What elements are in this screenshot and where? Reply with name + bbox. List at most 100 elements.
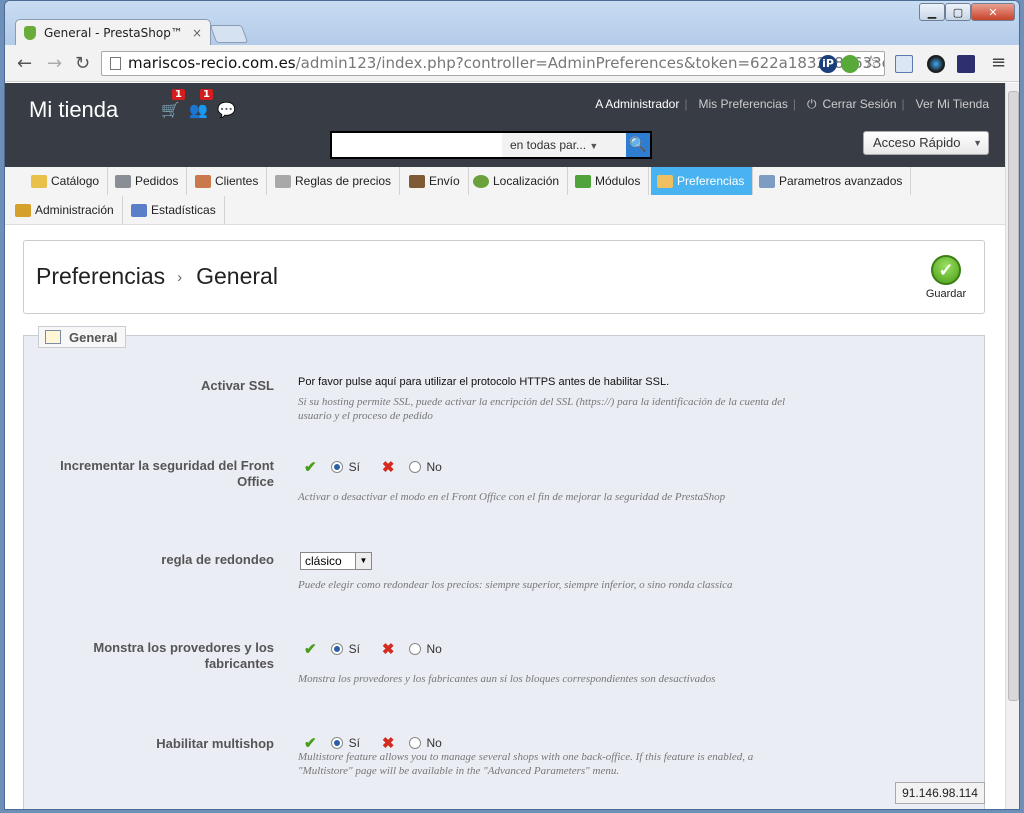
search-icon: 🔍 [629,137,647,153]
tab-close-icon[interactable]: × [192,26,202,40]
ip-address-indicator: 91.146.98.114 [895,782,985,804]
cart-icon[interactable]: 🛒 1 [161,89,185,119]
orders-badge: 1 [172,89,185,100]
customers-icon[interactable]: 👥 1 [189,89,213,119]
menu-item-label: Envío [429,174,460,188]
my-preferences-link[interactable]: Mis Preferencias [698,97,787,111]
suppliers-yes-radio[interactable] [330,643,343,655]
color-picker-icon[interactable] [927,55,945,73]
power-icon[interactable]: ⏻ [807,97,817,111]
save-label: Guardar [925,288,967,300]
menu-item-preferences[interactable]: Preferencias [651,167,754,195]
chevron-right-icon: › [177,269,183,287]
menu-item-label: Estadísticas [151,203,216,217]
radio-label-no: No [426,642,442,656]
preferences-icon [657,174,673,188]
suppliers-radio-group: ✔ Sí ✖ No [304,640,442,658]
scrollbar-thumb[interactable] [1008,91,1019,701]
page-content: Preferencias › General ✓ Guardar General A… [5,225,1005,809]
radio-label-yes: Sí [348,642,360,656]
security-radio-group: ✔ Sí ✖ No [304,458,442,476]
menu-item-label: Módulos [595,174,641,188]
menu-item-label: Preferencias [677,174,745,188]
menu-item-localization[interactable]: Localización [467,167,569,195]
shop-name[interactable]: Mi tienda [29,97,118,123]
forward-icon[interactable]: → [47,53,62,74]
menu-item-advanced-parameters[interactable]: Parametros avanzados [753,167,912,195]
address-bar[interactable]: mariscos-recio.com.es/admin123/index.php… [101,51,885,76]
search-button[interactable]: 🔍 [626,133,650,157]
menu-item-label: Parametros avanzados [779,174,903,188]
reload-icon[interactable]: ↻ [75,53,90,74]
globe-icon [473,174,489,188]
prestashop-favicon-icon [24,26,36,40]
view-shop-link[interactable]: Ver Mi Tienda [916,97,989,111]
folder-icon [31,174,47,188]
bookmark-star-icon[interactable]: ☆ [863,52,879,73]
menu-item-customers[interactable]: Clientes [189,167,268,195]
breadcrumb-current: General [196,263,278,289]
browser-tab[interactable]: General - PrestaShop™ × [15,19,211,46]
globe-extension-icon[interactable] [841,55,859,73]
quick-access-select[interactable]: Acceso Rápido ▼ [863,131,989,155]
maximize-button[interactable]: ▢ [945,3,971,21]
menu-icon[interactable]: ≡ [991,52,1006,73]
field-help: Activar o desactivar el modo en el Front… [298,491,726,503]
radio-label-no: No [426,460,442,474]
search-scope-value: en todas par... [510,138,587,152]
checkmark-icon: ✓ [931,255,961,285]
search-scope-select[interactable]: en todas par... ▼ [502,133,626,157]
field-label: Incrementar la seguridad del Front Offic… [60,458,274,489]
tab-title: General - PrestaShop™ [44,26,183,40]
url-path: /admin123/index.php?controller=AdminPref… [295,54,885,72]
logout-link[interactable]: Cerrar Sesión [822,97,896,111]
stats-icon [131,203,147,217]
security-no-radio[interactable] [408,461,421,473]
close-window-button[interactable]: ✕ [971,3,1015,21]
fieldset-legend: General [38,326,127,348]
url-host: mariscos-recio.com.es [128,54,296,72]
menu-item-modules[interactable]: Módulos [569,167,650,195]
rounding-selected-value: clásico [305,554,342,568]
new-tab-button[interactable] [209,25,249,43]
browser-titlebar: General - PrestaShop™ × ▁ ▢ ✕ [5,1,1019,46]
extension-icon[interactable] [957,55,975,73]
page-toolbar: Preferencias › General ✓ Guardar [23,240,985,314]
messages-icon[interactable]: 💬 [217,101,236,119]
multishop-yes-radio[interactable] [330,737,343,749]
general-fieldset: General Activar SSL Por favor pulse aquí… [23,326,985,809]
menu-item-label: Reglas de precios [295,174,392,188]
menu-item-administration[interactable]: Administración [9,196,123,224]
menu-item-label: Localización [493,174,560,188]
multishop-no-radio[interactable] [408,737,421,749]
ip-extension-icon[interactable]: iP [819,55,837,73]
field-label: Activar SSL [201,378,274,393]
menu-item-stats[interactable]: Estadísticas [125,196,225,224]
back-icon[interactable]: ← [17,53,32,74]
breadcrumb-parent[interactable]: Preferencias [36,263,165,289]
ssl-enable-link[interactable]: Por favor pulse aquí para utilizar el pr… [298,376,669,388]
cart-icon [115,174,131,188]
wrench-icon [759,174,775,188]
save-button[interactable]: ✓ Guardar [922,255,970,300]
rounding-select[interactable]: clásico ▼ [300,552,372,570]
chevron-down-icon: ▼ [973,138,982,148]
minimize-button[interactable]: ▁ [919,3,945,21]
menu-item-price-rules[interactable]: Reglas de precios [269,167,401,195]
screen-extension-icon[interactable] [895,55,913,73]
menu-item-catalog[interactable]: Catálogo [25,167,109,195]
yes-check-icon: ✔ [304,459,317,476]
search-input[interactable] [332,133,502,157]
radio-label-no: No [426,736,442,750]
employee-name: A Administrador [595,97,680,111]
suppliers-no-radio[interactable] [408,643,421,655]
price-rules-icon [275,174,291,188]
field-label: Monstra los provedores y los fabricantes [93,640,274,671]
customers-badge: 1 [200,89,213,100]
user-icon [195,174,211,188]
admin-header: Mi tienda 🛒 1 👥 1 💬 A Administrador | Mis Pr… [5,83,1005,167]
security-yes-radio[interactable] [330,461,343,473]
menu-item-orders[interactable]: Pedidos [109,167,188,195]
menu-item-shipping[interactable]: Envío [403,167,469,195]
page-scrollbar[interactable] [1005,83,1019,809]
